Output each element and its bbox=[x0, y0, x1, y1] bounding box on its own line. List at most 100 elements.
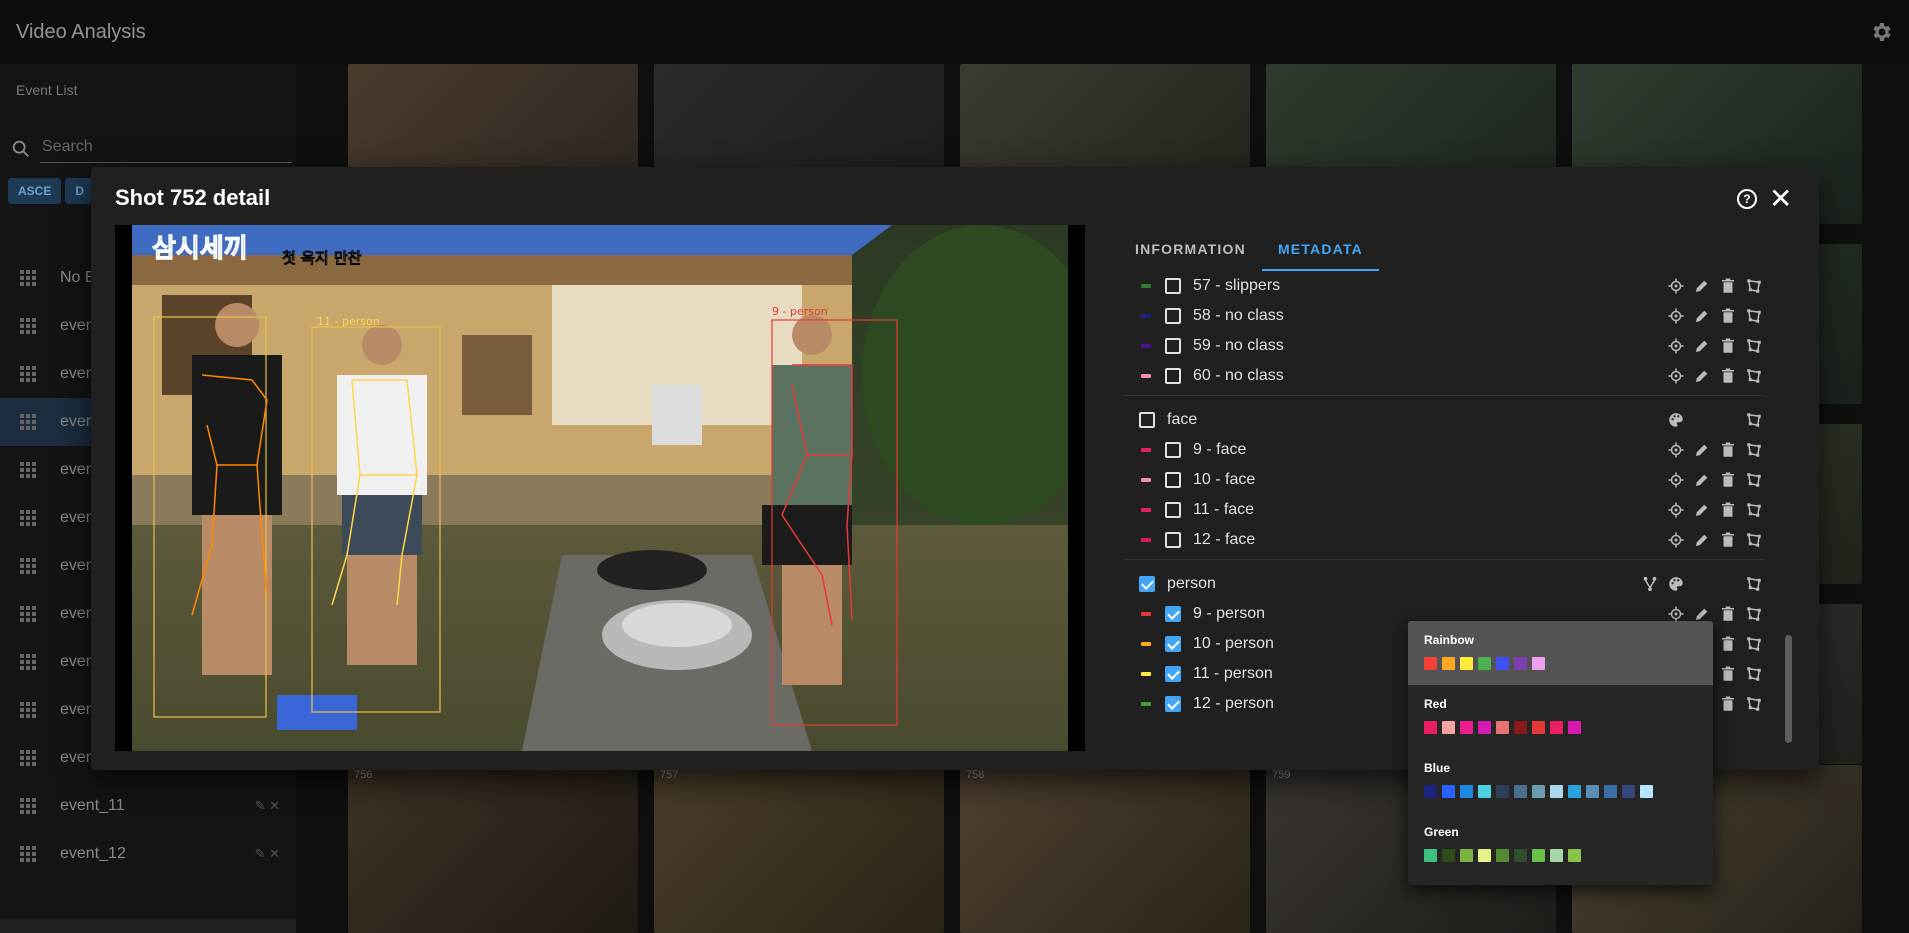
delete-icon[interactable] bbox=[1719, 501, 1737, 519]
metadata-scrollbar[interactable] bbox=[1785, 635, 1792, 743]
metadata-item-row[interactable]: 59 - no class bbox=[1125, 331, 1777, 361]
locate-icon[interactable] bbox=[1667, 441, 1685, 459]
polygon-shape-icon[interactable] bbox=[1745, 695, 1763, 713]
drag-handle-icon[interactable] bbox=[20, 270, 36, 286]
close-icon[interactable]: ✕ bbox=[1769, 185, 1792, 213]
visibility-checkbox[interactable] bbox=[1165, 666, 1181, 682]
search-field[interactable]: Search bbox=[10, 134, 292, 164]
palette-icon[interactable] bbox=[1667, 411, 1685, 429]
sidebar-event-item[interactable]: event_12 ✎ ✕ bbox=[0, 830, 296, 878]
drag-handle-icon[interactable] bbox=[20, 846, 36, 862]
pencil-icon[interactable] bbox=[1693, 277, 1711, 295]
locate-icon[interactable] bbox=[1667, 501, 1685, 519]
polygon-shape-icon[interactable] bbox=[1745, 531, 1763, 549]
delete-icon[interactable] bbox=[1719, 635, 1737, 653]
drag-handle-icon[interactable] bbox=[20, 318, 36, 334]
drag-handle-icon[interactable] bbox=[20, 462, 36, 478]
locate-icon[interactable] bbox=[1667, 277, 1685, 295]
delete-icon[interactable] bbox=[1719, 531, 1737, 549]
polygon-shape-icon[interactable] bbox=[1745, 411, 1763, 429]
visibility-checkbox[interactable] bbox=[1165, 442, 1181, 458]
visibility-checkbox[interactable] bbox=[1165, 696, 1181, 712]
polygon-shape-icon[interactable] bbox=[1745, 337, 1763, 355]
polygon-shape-icon[interactable] bbox=[1745, 471, 1763, 489]
polygon-shape-icon[interactable] bbox=[1745, 605, 1763, 623]
metadata-group-row[interactable]: person bbox=[1125, 569, 1777, 599]
drag-handle-icon[interactable] bbox=[20, 798, 36, 814]
metadata-item-row[interactable]: 11 - face bbox=[1125, 495, 1777, 525]
drag-handle-icon[interactable] bbox=[20, 558, 36, 574]
delete-icon[interactable] bbox=[1719, 471, 1737, 489]
gear-icon[interactable] bbox=[1869, 20, 1893, 44]
visibility-checkbox[interactable] bbox=[1165, 278, 1181, 294]
pencil-icon[interactable] bbox=[1693, 471, 1711, 489]
drag-handle-icon[interactable] bbox=[20, 750, 36, 766]
shot-thumbnail[interactable]: 757 bbox=[654, 765, 944, 933]
metadata-group-row[interactable]: face bbox=[1125, 405, 1777, 435]
delete-icon[interactable] bbox=[1719, 277, 1737, 295]
search-input[interactable]: Search bbox=[42, 138, 93, 156]
sidebar-scroll-arrow[interactable] bbox=[0, 919, 296, 933]
pencil-icon[interactable] bbox=[1693, 307, 1711, 325]
help-icon[interactable]: ? bbox=[1737, 189, 1757, 209]
drag-handle-icon[interactable] bbox=[20, 654, 36, 670]
delete-icon[interactable] bbox=[1719, 695, 1737, 713]
pencil-icon[interactable] bbox=[1693, 501, 1711, 519]
palette-icon[interactable] bbox=[1667, 575, 1685, 593]
polygon-shape-icon[interactable] bbox=[1745, 307, 1763, 325]
locate-icon[interactable] bbox=[1667, 531, 1685, 549]
edit-delete-icons[interactable]: ✎ ✕ bbox=[255, 846, 280, 862]
sort-toggle[interactable]: ASCE D bbox=[8, 178, 95, 204]
metadata-item-row[interactable]: 60 - no class bbox=[1125, 361, 1777, 391]
edit-delete-icons[interactable]: ✎ ✕ bbox=[255, 798, 280, 814]
delete-icon[interactable] bbox=[1719, 665, 1737, 683]
delete-icon[interactable] bbox=[1719, 441, 1737, 459]
locate-icon[interactable] bbox=[1667, 367, 1685, 385]
delete-icon[interactable] bbox=[1719, 605, 1737, 623]
drag-handle-icon[interactable] bbox=[20, 510, 36, 526]
visibility-checkbox[interactable] bbox=[1165, 532, 1181, 548]
visibility-checkbox[interactable] bbox=[1139, 412, 1155, 428]
palette-option[interactable]: Blue bbox=[1408, 749, 1713, 813]
skeleton-icon[interactable] bbox=[1641, 575, 1659, 593]
pencil-icon[interactable] bbox=[1693, 531, 1711, 549]
polygon-shape-icon[interactable] bbox=[1745, 665, 1763, 683]
polygon-shape-icon[interactable] bbox=[1745, 441, 1763, 459]
metadata-item-row[interactable]: 58 - no class bbox=[1125, 301, 1777, 331]
locate-icon[interactable] bbox=[1667, 471, 1685, 489]
tab-information[interactable]: INFORMATION bbox=[1119, 229, 1262, 271]
polygon-shape-icon[interactable] bbox=[1745, 277, 1763, 295]
drag-handle-icon[interactable] bbox=[20, 702, 36, 718]
polygon-shape-icon[interactable] bbox=[1745, 501, 1763, 519]
drag-handle-icon[interactable] bbox=[20, 414, 36, 430]
polygon-shape-icon[interactable] bbox=[1745, 575, 1763, 593]
drag-handle-icon[interactable] bbox=[20, 606, 36, 622]
visibility-checkbox[interactable] bbox=[1165, 472, 1181, 488]
sort-desc-button[interactable]: D bbox=[65, 178, 95, 204]
palette-option[interactable]: Rainbow bbox=[1408, 621, 1713, 685]
sort-asc-button[interactable]: ASCE bbox=[8, 178, 62, 204]
metadata-item-row[interactable]: 10 - face bbox=[1125, 465, 1777, 495]
locate-icon[interactable] bbox=[1667, 337, 1685, 355]
visibility-checkbox[interactable] bbox=[1165, 502, 1181, 518]
visibility-checkbox[interactable] bbox=[1165, 606, 1181, 622]
drag-handle-icon[interactable] bbox=[20, 366, 36, 382]
delete-icon[interactable] bbox=[1719, 307, 1737, 325]
polygon-shape-icon[interactable] bbox=[1745, 367, 1763, 385]
visibility-checkbox[interactable] bbox=[1139, 576, 1155, 592]
tab-metadata[interactable]: METADATA bbox=[1261, 229, 1379, 271]
visibility-checkbox[interactable] bbox=[1165, 308, 1181, 324]
shot-thumbnail[interactable]: 756 bbox=[348, 765, 638, 933]
visibility-checkbox[interactable] bbox=[1165, 636, 1181, 652]
locate-icon[interactable] bbox=[1667, 307, 1685, 325]
metadata-item-row[interactable]: 9 - face bbox=[1125, 435, 1777, 465]
video-player[interactable]: 삼시세끼 첫 육지 만찬 9 - person 11 - person bbox=[115, 225, 1085, 751]
pencil-icon[interactable] bbox=[1693, 337, 1711, 355]
palette-option[interactable]: Red bbox=[1408, 685, 1713, 749]
palette-option[interactable]: Green bbox=[1408, 813, 1713, 877]
pencil-icon[interactable] bbox=[1693, 441, 1711, 459]
polygon-shape-icon[interactable] bbox=[1745, 635, 1763, 653]
shot-thumbnail[interactable]: 758 bbox=[960, 765, 1250, 933]
metadata-item-row[interactable]: 57 - slippers bbox=[1125, 271, 1777, 301]
pencil-icon[interactable] bbox=[1693, 367, 1711, 385]
